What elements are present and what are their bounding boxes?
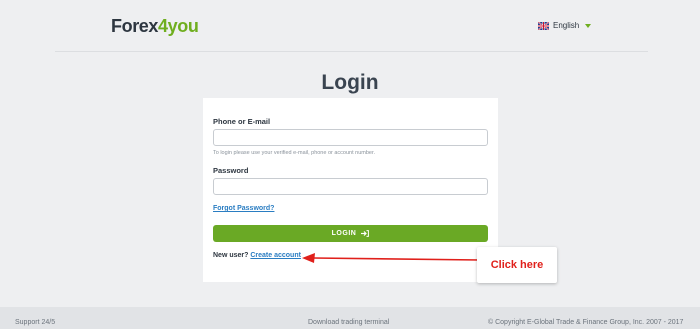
forex4you-logo[interactable]: Forex 4 you [111,16,199,37]
language-label: English [553,21,580,30]
password-input[interactable] [213,178,488,195]
language-selector[interactable]: English [538,21,592,30]
page-title: Login [321,71,379,94]
red-arrow-annotation [302,253,481,263]
phone-email-input[interactable] [213,129,488,146]
click-here-callout: Click here [477,247,557,283]
footer: Support 24/5 Download trading terminal ©… [0,307,700,329]
password-label: Password [213,166,249,175]
sign-in-icon [361,230,370,237]
create-account-link[interactable]: Create account [250,252,301,259]
phone-email-hint: To login please use your verified e-mail… [213,150,376,156]
footer-download-terminal-link[interactable]: Download trading terminal [308,319,389,326]
phone-email-label: Phone or E-mail [213,117,271,126]
footer-copyright: © Copyright E-Global Trade & Finance Gro… [488,319,684,326]
uk-flag-icon [538,21,549,30]
header: Forex 4 you English [55,0,648,52]
login-button[interactable]: LOGIN [213,225,488,242]
new-user-row: New user? Create account [213,252,301,259]
logo-text-you: you [167,16,199,36]
logo-text-forex: Forex [111,16,159,36]
forgot-password-link[interactable]: Forgot Password? [213,205,274,212]
footer-support: Support 24/5 [15,319,56,326]
new-user-text: New user? [213,252,249,259]
login-button-label: LOGIN [331,230,357,237]
logo-text-four: 4 [158,16,168,36]
caret-down-icon [585,23,592,28]
